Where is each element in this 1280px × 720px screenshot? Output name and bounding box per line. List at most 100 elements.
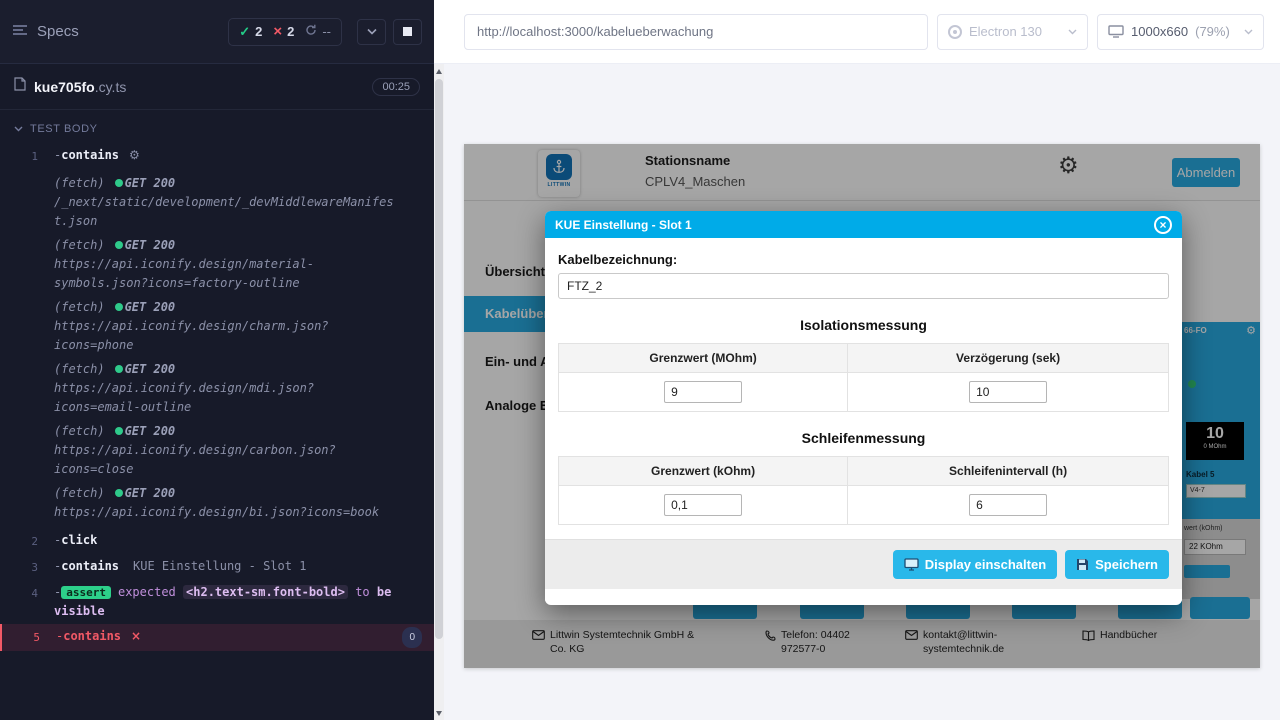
check-icon: ✓	[239, 24, 250, 40]
assert-badge: assert	[61, 586, 111, 599]
fetch-log-entry[interactable]: (fetch)GET 200https://api.iconify.design…	[0, 298, 434, 355]
specs-title[interactable]: Specs	[37, 23, 79, 40]
command-body: -assertexpected <h2.text-sm.font-bold> t…	[54, 583, 434, 621]
command-contains-3[interactable]: 3 -containsKUE Einstellung - Slot 1	[0, 554, 434, 580]
fetch-log-entry[interactable]: (fetch)GET 200https://api.iconify.design…	[0, 360, 434, 417]
passed-stat: ✓ 2	[239, 24, 262, 40]
command-number	[0, 484, 54, 485]
fetch-url: https://api.iconify.design/mdi.json? ico…	[54, 379, 402, 417]
status-dot-icon	[115, 241, 123, 249]
aut-background: LITTWIN Stationsname CPLV4_Maschen ⚙ Abm…	[434, 64, 1280, 720]
command-number	[0, 298, 54, 299]
scroll-down-arrow[interactable]	[434, 706, 444, 720]
url-text: http://localhost:3000/kabelueberwachung	[477, 24, 713, 39]
fetch-status: GET 200	[125, 424, 176, 438]
spec-extension: .cy.ts	[95, 79, 127, 95]
command-number: 3	[0, 557, 54, 577]
stop-button[interactable]	[393, 19, 422, 45]
command-click[interactable]: 2 -click	[0, 528, 434, 554]
chevron-down-icon	[1068, 29, 1077, 35]
modal-header: KUE Einstellung - Slot 1 ×	[545, 211, 1182, 238]
aut-panel: http://localhost:3000/kabelueberwachung …	[434, 0, 1280, 720]
status-dot-icon	[115, 179, 123, 187]
fetch-url: /_next/static/development/_devMiddleware…	[54, 193, 402, 231]
assert-message: to	[355, 585, 369, 599]
browser-name: Electron 130	[969, 24, 1042, 39]
command-number: 2	[0, 531, 54, 551]
fetch-log-entry[interactable]: (fetch) GET 200 /_next/static/development/…	[0, 174, 434, 231]
close-icon[interactable]: ×	[1154, 216, 1172, 234]
status-dot-icon	[115, 427, 123, 435]
chevron-down-icon	[14, 123, 23, 135]
display-on-label: Display einschalten	[925, 557, 1046, 572]
scroll-up-arrow[interactable]	[434, 64, 444, 78]
command-number: 1	[0, 146, 54, 166]
fetch-url: https://api.iconify.design/bi.json?icons…	[54, 503, 402, 522]
fetch-body: (fetch) GET 200 /_next/static/development/…	[54, 174, 434, 231]
cable-name-input[interactable]	[558, 273, 1169, 299]
command-name: contains	[61, 559, 119, 573]
fetch-label: (fetch)	[54, 486, 105, 500]
loop-interval-input[interactable]	[969, 494, 1047, 516]
command-body: -containsKUE Einstellung - Slot 1	[54, 557, 434, 576]
pending-count: --	[322, 24, 331, 39]
cross-icon: ×	[273, 25, 282, 38]
fetch-status: GET 200	[125, 176, 176, 190]
command-name: contains	[63, 629, 121, 643]
command-number	[0, 174, 54, 175]
test-stats: ✓ 2 × 2 --	[228, 18, 342, 46]
isolation-section-title: Isolationsmessung	[558, 317, 1169, 333]
command-number: 5	[2, 627, 56, 647]
viewport-selector[interactable]: 1000x660 (79%)	[1097, 14, 1264, 50]
scrollbar-thumb[interactable]	[435, 79, 443, 639]
stop-icon	[403, 27, 412, 36]
save-button[interactable]: Speichern	[1065, 550, 1169, 579]
spec-name: kue705fo	[34, 79, 95, 95]
status-dot-icon	[115, 365, 123, 373]
pending-stat: --	[305, 24, 331, 39]
fetch-label: (fetch)	[54, 176, 105, 190]
collapse-runs-button[interactable]	[357, 19, 386, 45]
assert-message: expected	[118, 585, 176, 599]
display-icon	[904, 558, 919, 571]
loop-limit-input[interactable]	[664, 494, 742, 516]
command-number	[0, 360, 54, 361]
browser-selector[interactable]: Electron 130	[937, 14, 1088, 50]
triangle-down-icon	[436, 711, 442, 716]
loop-limit-cell	[559, 486, 848, 525]
isolation-col1-header: Grenzwert (MOhm)	[559, 344, 848, 373]
isolation-delay-input[interactable]	[969, 381, 1047, 403]
modal-bottom-gap	[545, 589, 1182, 601]
loop-interval-cell	[848, 486, 1169, 525]
spec-file-row[interactable]: kue705fo .cy.ts 00:25	[0, 64, 434, 110]
assert-selector: <h2.text-sm.font-bold>	[183, 585, 348, 599]
save-icon	[1076, 558, 1089, 571]
fetch-log-entry[interactable]: (fetch)GET 200https://api.iconify.design…	[0, 422, 434, 479]
display-on-button[interactable]: Display einschalten	[893, 550, 1057, 579]
command-log: 1 -contains⚙ (fetch) GET 200 /_next/static…	[0, 140, 434, 651]
specs-menu-icon[interactable]	[12, 23, 28, 41]
command-contains-1[interactable]: 1 -contains⚙	[0, 143, 434, 169]
kue-settings-modal: KUE Einstellung - Slot 1 × Kabelbezeichn…	[545, 211, 1182, 605]
test-body-toggle[interactable]: TEST BODY	[0, 110, 434, 140]
command-contains-failed[interactable]: 5 -contains× 0	[0, 624, 434, 651]
save-label: Speichern	[1095, 557, 1158, 572]
isolation-limit-input[interactable]	[664, 381, 742, 403]
isolation-limit-cell	[559, 373, 848, 412]
fetch-log-entry[interactable]: (fetch)GET 200https://api.iconify.design…	[0, 484, 434, 522]
fetch-url: https://api.iconify.design/charm.json? i…	[54, 317, 402, 355]
fetch-body: (fetch)GET 200https://api.iconify.design…	[54, 484, 434, 522]
scrollbar[interactable]	[434, 64, 444, 720]
command-argument: KUE Einstellung - Slot 1	[133, 559, 306, 573]
fetch-log-entry[interactable]: (fetch)GET 200https://api.iconify.design…	[0, 236, 434, 293]
reporter-header: Specs ✓ 2 × 2 --	[0, 0, 434, 64]
url-input[interactable]: http://localhost:3000/kabelueberwachung	[464, 14, 928, 50]
command-assert[interactable]: 4 -assertexpected <h2.text-sm.font-bold>…	[0, 580, 434, 624]
fetch-body: (fetch)GET 200https://api.iconify.design…	[54, 298, 434, 355]
isolation-delay-cell	[848, 373, 1169, 412]
fetch-label: (fetch)	[54, 362, 105, 376]
fetch-body: (fetch)GET 200https://api.iconify.design…	[54, 236, 434, 293]
screen: Specs ✓ 2 × 2 --	[0, 0, 1280, 720]
test-body-label: TEST BODY	[30, 123, 98, 135]
fetch-label: (fetch)	[54, 424, 105, 438]
